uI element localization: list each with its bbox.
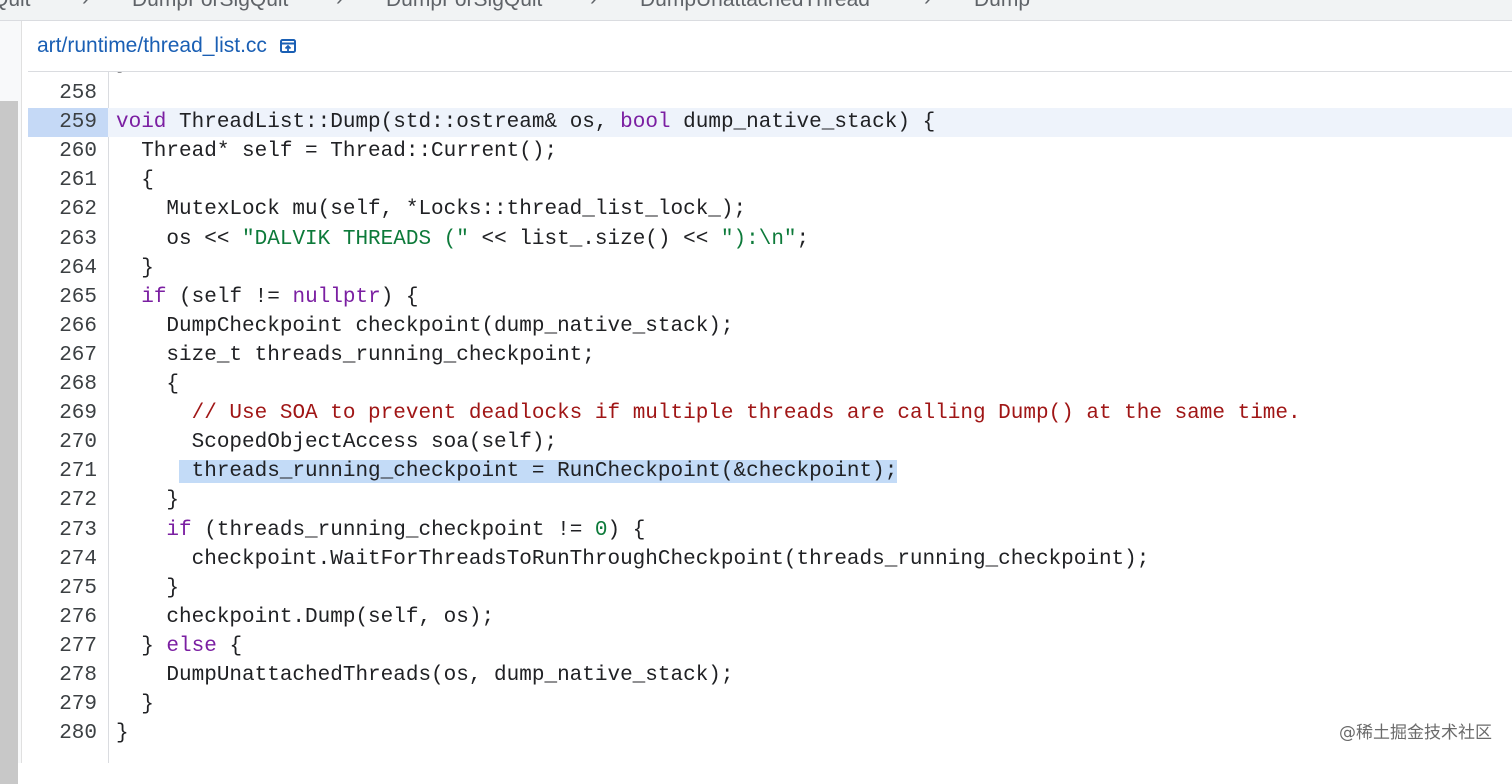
file-path-link[interactable]: art/runtime/thread_list.cc	[37, 34, 267, 58]
line-number[interactable]: 276	[28, 603, 97, 632]
code-text: Thread* self = Thread::Current();	[116, 140, 558, 164]
line-number[interactable]: 264	[28, 254, 97, 283]
code-line: 279 }	[28, 690, 1512, 719]
code-line: 267 size_t threads_running_checkpoint;	[28, 341, 1512, 370]
code-text: if (self != nullptr) {	[141, 285, 419, 309]
code-text: if (threads_running_checkpoint != 0) {	[166, 518, 646, 542]
chevron-right-icon: ›	[82, 0, 89, 11]
code-line: 260 Thread* self = Thread::Current();	[28, 137, 1512, 166]
code-line: 277 } else {	[28, 632, 1512, 661]
line-number[interactable]: 279	[28, 690, 97, 719]
breadcrumb-item[interactable]: Quit	[0, 0, 31, 12]
line-number[interactable]: 262	[28, 195, 97, 224]
code-line: 278 DumpUnattachedThreads(os, dump_nativ…	[28, 661, 1512, 690]
code-line: 281	[28, 739, 1512, 763]
code-text: os << "DALVIK THREADS (" << list_.size()…	[116, 227, 810, 251]
open-in-new-tab-icon[interactable]	[279, 37, 297, 55]
line-number[interactable]: 272	[28, 486, 97, 515]
breadcrumb-item[interactable]: DumpForSigQuit	[386, 0, 542, 12]
code-line: 263 os << "DALVIK THREADS (" << list_.si…	[28, 225, 1512, 254]
code-line: 264 }	[28, 254, 1512, 283]
line-number[interactable]: 269	[28, 399, 97, 428]
line-number[interactable]: 270	[28, 428, 97, 457]
code-text: }	[116, 693, 154, 717]
code-line: 262 MutexLock mu(self, *Locks::thread_li…	[28, 195, 1512, 224]
code-text: size_t threads_running_checkpoint;	[116, 343, 595, 367]
code-text: // Use SOA to prevent deadlocks if multi…	[191, 402, 1301, 426]
code-line: 270 ScopedObjectAccess soa(self);	[28, 428, 1512, 457]
code-text: checkpoint.WaitForThreadsToRunThroughChe…	[116, 547, 1150, 571]
breadcrumb-item[interactable]: DumpUnattachedThread	[640, 0, 870, 12]
code-line: 268 {	[28, 370, 1512, 399]
line-number[interactable]: 275	[28, 574, 97, 603]
code-text: checkpoint.Dump(self, os);	[116, 605, 495, 629]
code-text: }	[116, 489, 180, 513]
code-viewer[interactable]: }; 258259 void ThreadList::Dump(std::ostr…	[28, 72, 1512, 763]
line-number[interactable]: 265	[28, 283, 97, 312]
chevron-right-icon: ›	[336, 0, 343, 11]
code-line: 273 if (threads_running_checkpoint != 0)…	[28, 516, 1512, 545]
line-number[interactable]: 260	[28, 137, 97, 166]
line-number[interactable]: 271	[28, 457, 97, 486]
code-line: 261 {	[28, 166, 1512, 195]
code-line: 274 checkpoint.WaitForThreadsToRunThroug…	[28, 545, 1512, 574]
code-line: 272 }	[28, 486, 1512, 515]
code-text: DumpUnattachedThreads(os, dump_native_st…	[116, 664, 734, 687]
code-text: }	[116, 256, 154, 280]
code-text: MutexLock mu(self, *Locks::thread_list_l…	[116, 198, 747, 222]
line-number[interactable]: 261	[28, 166, 97, 195]
code-line: 271 threads_running_checkpoint = RunChec…	[28, 457, 1512, 486]
code-text: {	[116, 169, 154, 193]
line-number[interactable]: 263	[28, 225, 97, 254]
code-text: void ThreadList::Dump(std::ostream& os, …	[116, 111, 936, 135]
line-number[interactable]: 274	[28, 545, 97, 574]
line-number[interactable]: 258	[28, 79, 97, 108]
code-line: 265 if (self != nullptr) {	[28, 283, 1512, 312]
chevron-right-icon: ›	[590, 0, 597, 11]
line-number[interactable]: 277	[28, 632, 97, 661]
chevron-right-icon: ›	[924, 0, 931, 11]
text-selection: threads_running_checkpoint = RunCheckpoi…	[179, 460, 898, 484]
code-text: ScopedObjectAccess soa(self);	[116, 431, 558, 455]
code-text: {	[116, 373, 180, 396]
code-line: 269 // Use SOA to prevent deadlocks if m…	[28, 399, 1512, 428]
line-number[interactable]: 268	[28, 370, 97, 399]
breadcrumb-item[interactable]: DumpForSigQuit	[132, 0, 288, 12]
code-text: DumpCheckpoint checkpoint(dump_native_st…	[116, 314, 734, 338]
line-number[interactable]: 266	[28, 312, 97, 341]
line-number[interactable]: 259	[28, 108, 108, 138]
line-number[interactable]: 278	[28, 661, 97, 690]
code-line: 276 checkpoint.Dump(self, os);	[28, 603, 1512, 632]
left-panel-edge	[0, 21, 22, 784]
watermark: @稀土掘金技术社区	[1339, 723, 1492, 743]
file-header: art/runtime/thread_list.cc	[28, 21, 1512, 72]
breadcrumb: Quit › DumpForSigQuit › DumpForSigQuit ›…	[0, 0, 1512, 21]
scrollbar-thumb[interactable]	[0, 101, 18, 784]
code-text: threads_running_checkpoint = RunCheckpoi…	[116, 457, 898, 486]
code-line: 275 }	[28, 574, 1512, 603]
line-number[interactable]: 267	[28, 341, 97, 370]
code-line: 266 DumpCheckpoint checkpoint(dump_nativ…	[28, 312, 1512, 341]
code-partial-line: };	[116, 72, 141, 75]
code-text: } else {	[116, 634, 243, 658]
code-line: 259 void ThreadList::Dump(std::ostream& o…	[28, 108, 1512, 138]
line-number[interactable]: 273	[28, 516, 97, 545]
code-text: }	[116, 576, 180, 600]
breadcrumb-item[interactable]: Dump	[974, 0, 1030, 12]
code-line: 258	[28, 79, 1512, 108]
